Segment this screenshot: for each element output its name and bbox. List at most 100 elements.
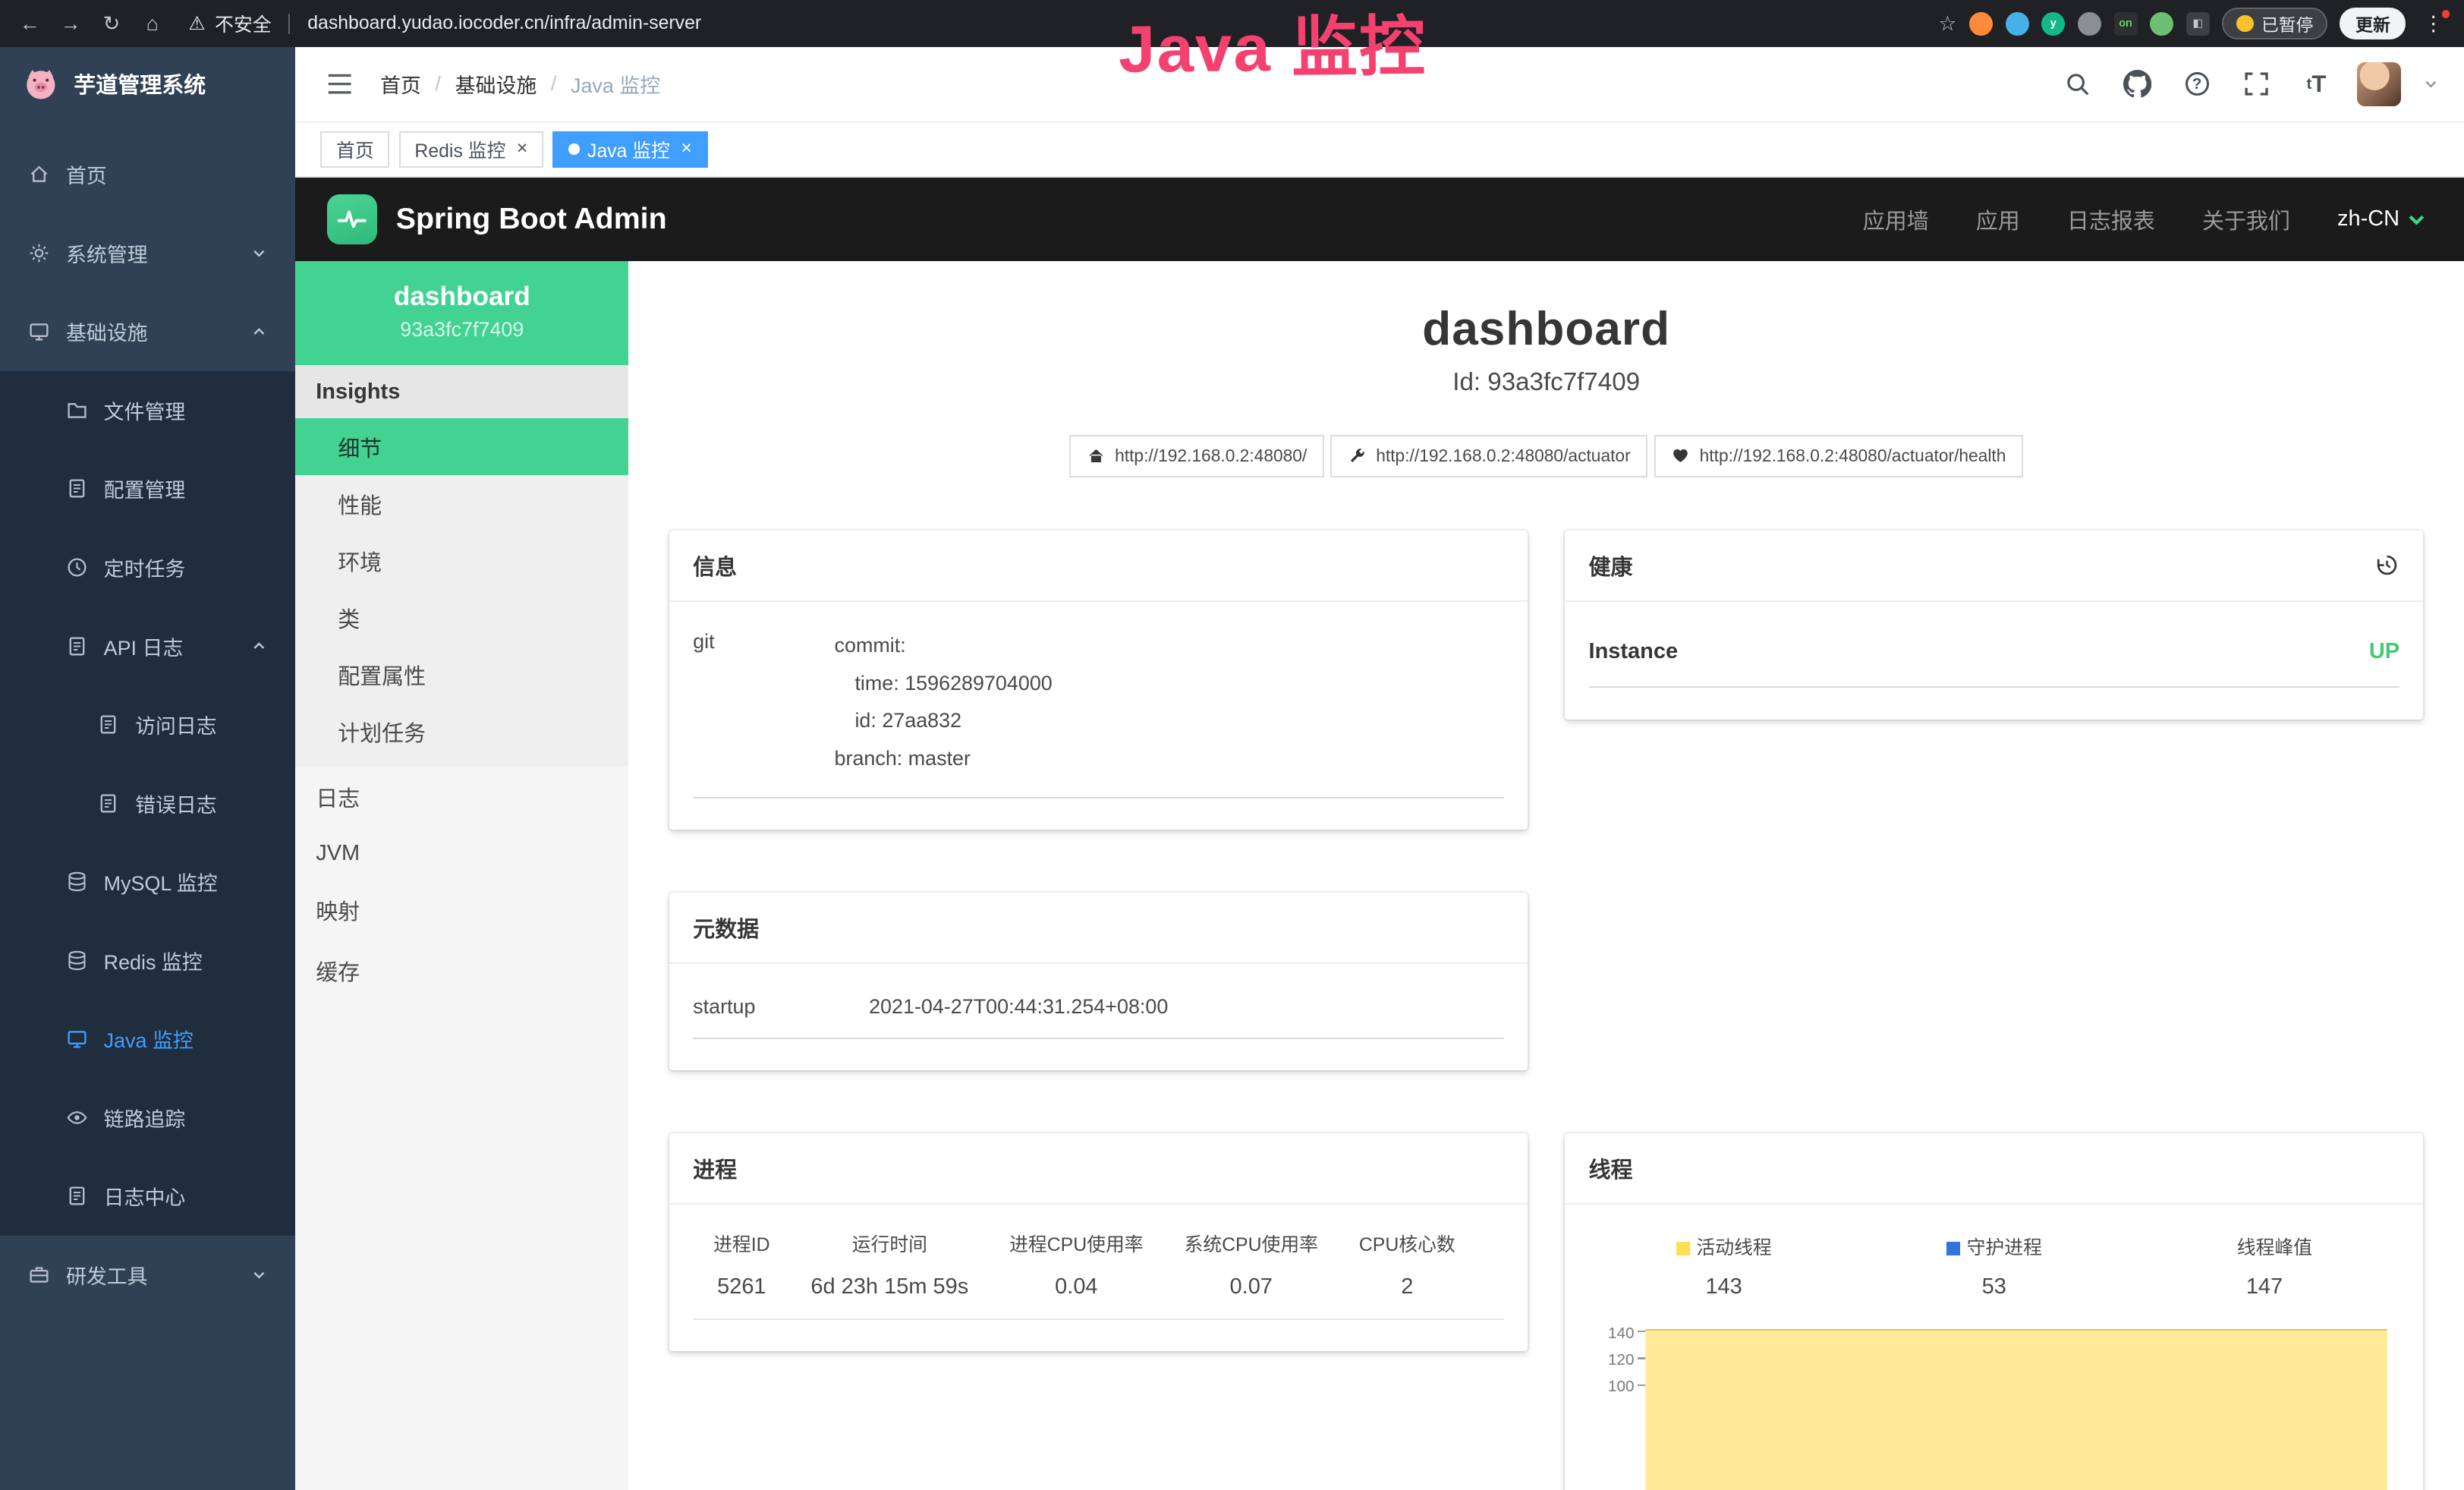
sidebar-item-devtools[interactable]: 研发工具 <box>0 1236 295 1315</box>
help-icon[interactable]: ? <box>2178 65 2216 103</box>
history-icon[interactable] <box>2374 553 2399 578</box>
security-label: 不安全 <box>215 10 272 37</box>
instance-label: Instance <box>1589 639 1679 664</box>
chevron-up-icon <box>251 638 267 654</box>
sba-nav: 应用墙 应用 日志报表 关于我们 zh-CN <box>1863 203 2427 235</box>
update-button[interactable]: 更新 <box>2340 8 2406 39</box>
address-bar[interactable]: ⚠ 不安全 dashboard.yudao.iocoder.cn/infra/a… <box>188 10 701 37</box>
github-icon[interactable] <box>2119 65 2157 103</box>
breadcrumb-infrastructure[interactable]: 基础设施 <box>455 69 537 99</box>
sidebar-item-error-logs[interactable]: 错误日志 <box>0 764 295 843</box>
app-logo[interactable]: 芋道管理系统 <box>0 47 295 119</box>
forward-icon[interactable]: → <box>57 12 85 36</box>
tab-redis-monitor[interactable]: Redis 监控 × <box>399 131 543 168</box>
browser-menu-icon[interactable]: ⋮ <box>2418 12 2448 36</box>
sidebar-item-java-monitor[interactable]: Java 监控 <box>0 1000 295 1079</box>
browser-chrome: ← → ↻ ⌂ ⚠ 不安全 dashboard.yudao.iocoder.cn… <box>0 0 2464 47</box>
sidebar-item-tracing[interactable]: 链路追踪 <box>0 1078 295 1157</box>
search-icon[interactable] <box>2059 65 2097 103</box>
instance-url-link[interactable]: http://192.168.0.2:48080/ <box>1069 435 1324 477</box>
breadcrumb-home[interactable]: 首页 <box>380 69 421 99</box>
sidebar-item-scheduled-tasks[interactable]: 定时任务 <box>0 528 295 607</box>
sba-brand-title: Spring Boot Admin <box>396 202 667 236</box>
yellow-swatch-icon <box>1676 1242 1691 1256</box>
sba-item-details[interactable]: 细节 <box>295 418 628 475</box>
sba-item-classes[interactable]: 类 <box>295 590 628 647</box>
sidebar-item-mysql-monitor[interactable]: MySQL 监控 <box>0 843 295 921</box>
sba-item-scheduled[interactable]: 计划任务 <box>295 704 628 761</box>
sidebar-item-file-management[interactable]: 文件管理 <box>0 371 295 450</box>
chevron-down-icon <box>2407 209 2426 228</box>
sba-item-mappings[interactable]: 映射 <box>295 880 628 940</box>
sidebar-item-log-center[interactable]: 日志中心 <box>0 1157 295 1236</box>
sba-app-block[interactable]: dashboard 93a3fc7f7409 <box>295 261 628 365</box>
page-subtitle: Id: 93a3fc7f7409 <box>628 368 2464 397</box>
spring-boot-admin-frame: Spring Boot Admin 应用墙 应用 日志报表 关于我们 zh-CN <box>295 178 2464 1490</box>
avatar-caret-icon[interactable] <box>2423 76 2439 92</box>
sidebar-item-system[interactable]: 系统管理 <box>0 214 295 293</box>
instance-status: UP <box>2369 639 2399 664</box>
sba-item-config-props[interactable]: 配置属性 <box>295 647 628 704</box>
legend-peak-threads[interactable]: 线程峰值 147 <box>2217 1233 2312 1299</box>
legend-live-threads[interactable]: 活动线程 143 <box>1676 1233 1772 1299</box>
close-icon[interactable]: × <box>681 140 692 159</box>
tab-java-monitor[interactable]: Java 监控 × <box>552 131 707 168</box>
startup-key: startup <box>693 995 869 1019</box>
breadcrumb-current: Java 监控 <box>571 69 660 99</box>
tab-home[interactable]: 首页 <box>320 131 389 168</box>
instance-health-row: Instance UP <box>1589 627 2400 688</box>
sba-header: Spring Boot Admin 应用墙 应用 日志报表 关于我们 zh-CN <box>295 178 2464 261</box>
extension-on-badge-icon[interactable]: on <box>2114 12 2138 36</box>
sba-nav-journal[interactable]: 日志报表 <box>2067 203 2155 235</box>
sba-item-jvm[interactable]: JVM <box>295 827 628 880</box>
bookmark-star-icon[interactable]: ☆ <box>1938 12 1956 36</box>
sba-nav-about[interactable]: 关于我们 <box>2202 203 2290 235</box>
breadcrumb: 首页 / 基础设施 / Java 监控 <box>380 69 660 99</box>
sidebar-item-api-logs[interactable]: API 日志 <box>0 606 295 685</box>
sba-item-environment[interactable]: 环境 <box>295 532 628 589</box>
legend-daemon-threads[interactable]: 守护进程 53 <box>1946 1233 2042 1299</box>
extension-leaf-icon[interactable] <box>2150 12 2173 36</box>
sidebar-item-infrastructure[interactable]: 基础设施 <box>0 292 295 371</box>
process-table: 进程ID 5261 运行时间 6d 23h 15m 59s <box>693 1230 1504 1320</box>
sba-item-caches[interactable]: 缓存 <box>295 940 628 1000</box>
process-col-uptime: 运行时间 6d 23h 15m 59s <box>790 1230 989 1299</box>
sba-logo-icon[interactable] <box>327 194 377 244</box>
font-size-icon[interactable]: tT <box>2298 65 2336 103</box>
browser-home-icon[interactable]: ⌂ <box>138 12 166 36</box>
gear-icon <box>28 242 50 264</box>
metadata-card: 元数据 startup 2021-04-27T00:44:31.254+08:0… <box>669 893 1528 1070</box>
sba-nav-applications[interactable]: 应用 <box>1976 203 2020 235</box>
sidebar-item-config-management[interactable]: 配置管理 <box>0 449 295 528</box>
sba-nav-wallboard[interactable]: 应用墙 <box>1863 203 1929 235</box>
health-link[interactable]: http://192.168.0.2:48080/actuator/health <box>1654 435 2023 477</box>
actuator-link[interactable]: http://192.168.0.2:48080/actuator <box>1330 435 1647 477</box>
sba-item-logs[interactable]: 日志 <box>295 767 628 827</box>
locale-selector[interactable]: zh-CN <box>2337 206 2426 232</box>
paused-badge[interactable]: 已暂停 <box>2222 8 2327 39</box>
sba-app-name: dashboard <box>308 282 616 312</box>
hamburger-icon[interactable] <box>320 65 358 103</box>
user-avatar[interactable] <box>2357 62 2401 106</box>
fullscreen-icon[interactable] <box>2238 65 2276 103</box>
extension-teal-icon[interactable]: y <box>2041 12 2065 36</box>
chart-plot-area <box>1645 1325 2387 1490</box>
log-center-icon <box>66 1185 88 1207</box>
refresh-icon[interactable]: ↻ <box>97 12 125 36</box>
extension-orange-icon[interactable] <box>1969 12 1993 36</box>
startup-value: 2021-04-27T00:44:31.254+08:00 <box>869 995 1168 1019</box>
sidebar-item-redis-monitor[interactable]: Redis 监控 <box>0 921 295 1000</box>
threads-card: 线程 活动线程 143 守护进程 <box>1565 1133 2423 1490</box>
monitor-icon <box>28 320 50 342</box>
process-col-syscpu: 系统CPU使用率 0.07 <box>1164 1230 1339 1299</box>
redis-icon <box>66 950 88 972</box>
back-icon[interactable]: ← <box>16 12 44 36</box>
close-icon[interactable]: × <box>517 140 528 159</box>
sidebar-item-access-logs[interactable]: 访问日志 <box>0 685 295 764</box>
extension-drop-icon[interactable] <box>2006 12 2029 36</box>
sba-item-metrics[interactable]: 性能 <box>295 475 628 532</box>
tag-bar: 首页 Redis 监控 × Java 监控 × <box>295 123 2464 178</box>
sidebar-item-home[interactable]: 首页 <box>0 135 295 214</box>
extension-puzzle-icon[interactable]: ◧ <box>2186 12 2210 36</box>
extension-grid-icon[interactable] <box>2078 12 2101 36</box>
